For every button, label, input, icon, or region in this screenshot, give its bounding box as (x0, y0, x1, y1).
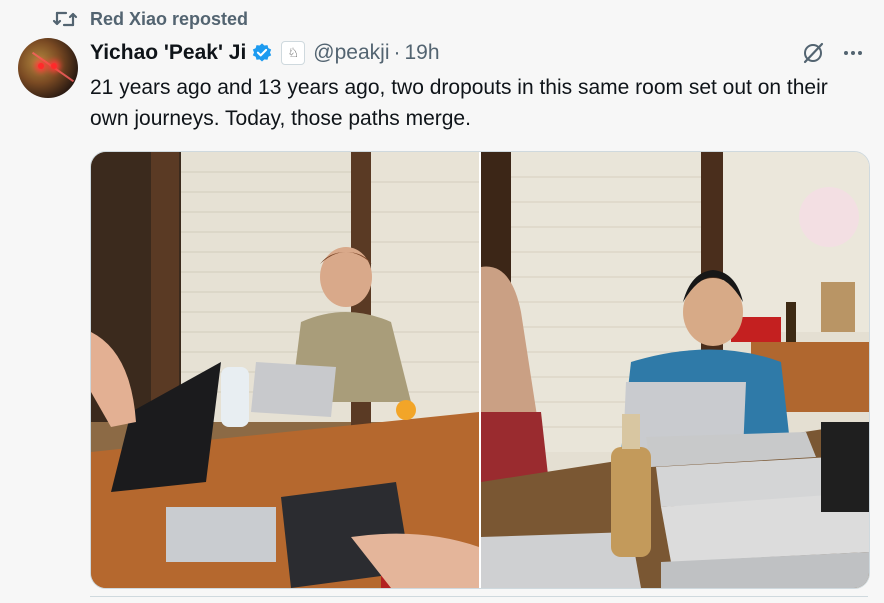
more-icon[interactable] (840, 40, 866, 66)
photo-left[interactable] (91, 152, 479, 588)
display-name[interactable]: Yichao 'Peak' Ji (90, 41, 246, 65)
repost-icon (52, 11, 78, 27)
grok-icon[interactable] (801, 41, 825, 65)
affiliate-badge-glyph: ♘ (287, 45, 300, 60)
timestamp[interactable]: 19h (404, 41, 439, 65)
separator-dot: · (393, 41, 401, 64)
photo-right[interactable] (481, 152, 869, 588)
repost-context[interactable]: Red Xiao reposted (52, 8, 248, 30)
verified-badge-icon[interactable] (251, 42, 273, 64)
tweet-text: 21 years ago and 13 years ago, two dropo… (90, 76, 828, 130)
repost-label[interactable]: Red Xiao reposted (90, 9, 248, 30)
media-grid (90, 151, 870, 589)
affiliate-badge-icon[interactable]: ♘ (281, 41, 306, 65)
tweet-header: Yichao 'Peak' Ji ♘ @peakji · 19h (90, 38, 440, 68)
handle[interactable]: @peakji (313, 41, 389, 65)
avatar[interactable] (18, 38, 78, 98)
